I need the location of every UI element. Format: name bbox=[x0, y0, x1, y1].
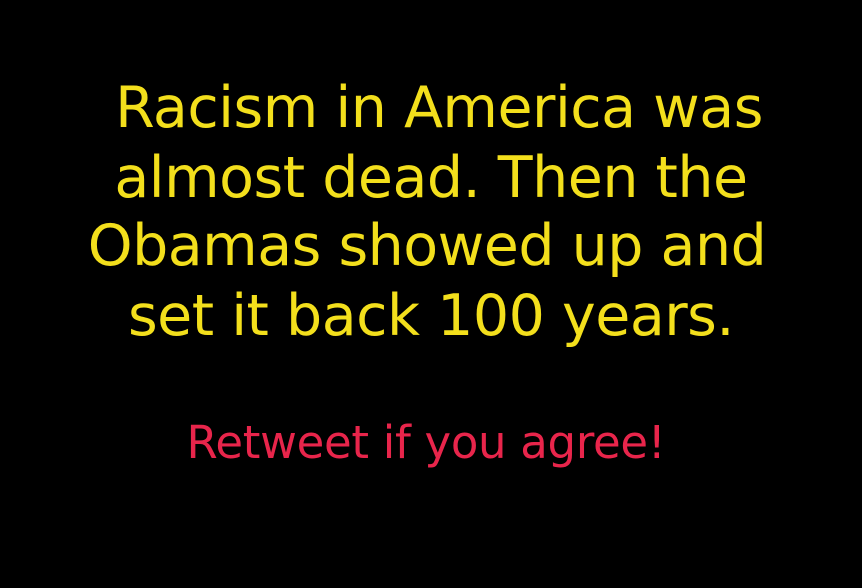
message-line-1: Racism in America was bbox=[115, 75, 763, 141]
message-line-2: almost dead. Then the bbox=[114, 145, 748, 211]
message-line-3: Obamas showed up and bbox=[87, 213, 767, 279]
meme-canvas: Racism in America was almost dead. Then … bbox=[0, 0, 862, 588]
call-to-action: Retweet if you agree! bbox=[186, 416, 666, 469]
message-line-4: set it back 100 years. bbox=[127, 283, 735, 349]
